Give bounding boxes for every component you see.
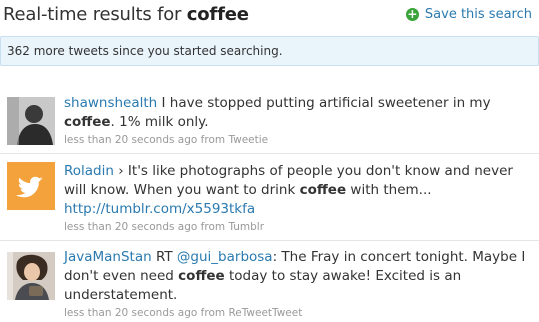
tweet-body: › It's like photographs of people you do… [64, 163, 513, 198]
avatar[interactable] [7, 97, 55, 145]
page-title: Real-time results for coffee [3, 4, 249, 25]
search-query: coffee [186, 4, 249, 25]
tweet-body-end: with them... [346, 182, 432, 198]
tweet-meta: less than 20 seconds ago from Tweetie [64, 134, 269, 146]
highlight-term: coffee [299, 182, 347, 198]
plus-icon: + [405, 7, 419, 21]
tweet-text: shawnshealth I have stopped putting arti… [64, 94, 533, 132]
tweet-meta: less than 20 seconds ago from Tumblr [64, 221, 265, 233]
retweet-marker: RT [151, 249, 177, 265]
tweet-content: Roladin › It's like photographs of peopl… [64, 162, 533, 233]
tweet-text: Roladin › It's like photographs of peopl… [64, 162, 533, 219]
title-prefix: Real-time results for [3, 4, 182, 25]
tweet-body: I have stopped putting artificial sweete… [157, 95, 491, 111]
divider [0, 240, 539, 241]
tweet-content: JavaManStan RT @gui_barbosa: The Fray in… [64, 248, 533, 319]
new-tweets-text: 362 more tweets since you started search… [7, 44, 283, 58]
tweet-text: JavaManStan RT @gui_barbosa: The Fray in… [64, 248, 533, 305]
highlight-term: coffee [178, 268, 225, 284]
save-search-label: Save this search [424, 7, 532, 22]
tweet-content: shawnshealth I have stopped putting arti… [64, 94, 533, 146]
tweet-username[interactable]: shawnshealth [64, 95, 157, 111]
tweet-username[interactable]: Roladin [64, 163, 114, 179]
tweet-username[interactable]: JavaManStan [64, 249, 152, 265]
save-search-button[interactable]: + Save this search [405, 7, 532, 22]
divider [0, 153, 539, 154]
avatar[interactable] [7, 252, 55, 300]
mention-link[interactable]: @gui_barbosa [177, 249, 273, 265]
twitter-bird-avatar[interactable] [7, 162, 55, 210]
highlight-term: coffee [64, 114, 111, 130]
tweet-meta: less than 20 seconds ago from ReTweetTwe… [64, 307, 303, 319]
tweet-link[interactable]: http://tumblr.com/x5593tkfa [64, 201, 255, 217]
new-tweets-banner[interactable]: 362 more tweets since you started search… [0, 36, 539, 66]
tweet-body-end: . 1% milk only. [110, 114, 209, 130]
results-header: Real-time results for coffee + Save this… [0, 0, 539, 30]
